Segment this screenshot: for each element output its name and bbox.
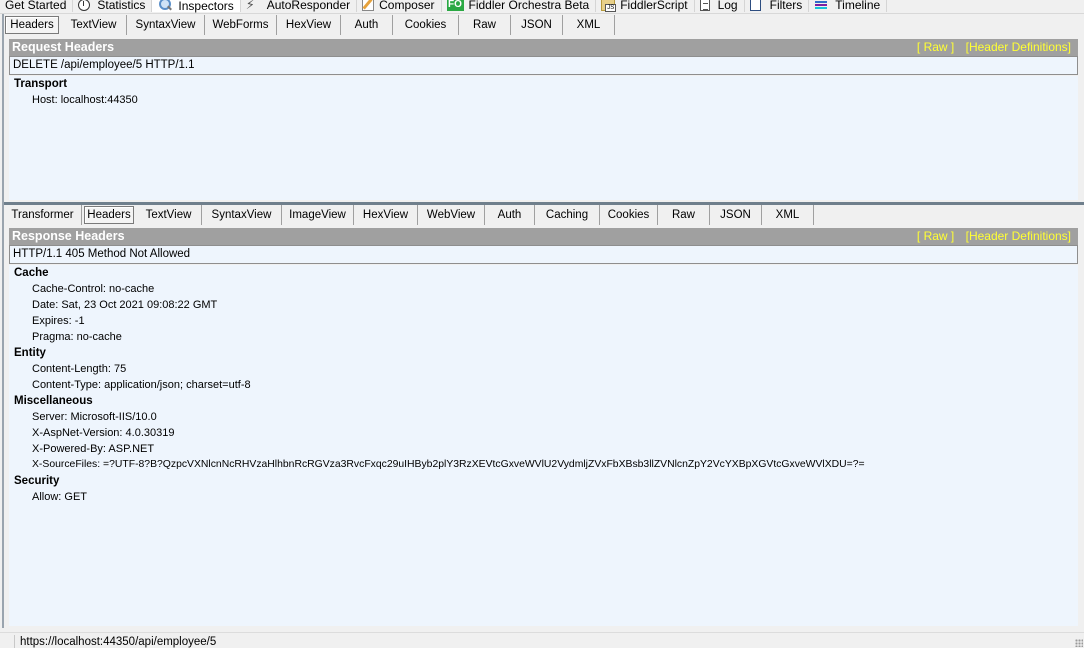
response-headers-title: Response Headers [12,229,125,243]
response-raw-link[interactable]: [ Raw ] [917,229,954,243]
header-item[interactable]: Host: localhost:44350 [9,92,1078,108]
header-item[interactable]: Server: Microsoft-IIS/10.0 [9,409,1078,425]
header-item[interactable]: X-Powered-By: ASP.NET [9,441,1078,457]
panel-border [2,14,4,628]
tab-label: Inspectors [178,0,234,13]
timeline-icon [814,0,830,11]
tab-log[interactable]: Log [695,0,745,12]
response-tab-headers[interactable]: Headers [84,206,134,224]
tab-label: Statistics [97,0,146,12]
tab-label: AutoResponder [266,0,351,12]
request-tab-webforms[interactable]: WebForms [205,15,277,35]
request-tab-textview[interactable]: TextView [61,15,127,35]
tab-label: Filters [769,0,803,12]
request-tab-auth[interactable]: Auth [341,15,393,35]
tab-timeline[interactable]: Timeline [809,0,888,12]
resize-grip-icon[interactable] [1075,639,1083,647]
header-item[interactable]: Expires: -1 [9,313,1078,329]
response-header-definitions-link[interactable]: [Header Definitions] [966,229,1071,243]
log-icon [699,0,710,11]
response-tab-caching[interactable]: Caching [535,205,600,225]
tab-label: FiddlerScript [620,0,688,12]
tab-label: Timeline [835,0,881,12]
magnifier-icon [157,0,173,12]
request-raw-link[interactable]: [ Raw ] [917,40,954,54]
response-tab-webview[interactable]: WebView [418,205,485,225]
request-headers-title: Request Headers [12,40,115,54]
header-group-transport[interactable]: Transport [9,76,1078,92]
js-script-icon [601,0,617,12]
tab-autoresponder[interactable]: ⚡ AutoResponder [241,0,358,12]
lightning-icon: ⚡ [245,0,255,12]
header-item[interactable]: Content-Length: 75 [9,361,1078,377]
response-tab-cookies[interactable]: Cookies [600,205,658,225]
request-tab-json[interactable]: JSON [511,15,563,35]
tab-get-started[interactable]: Get Started [0,0,74,12]
response-tab-auth[interactable]: Auth [485,205,535,225]
request-tab-xml[interactable]: XML [563,15,615,35]
header-item[interactable]: X-AspNet-Version: 4.0.30319 [9,425,1078,441]
request-headers-tree: Transport Host: localhost:44350 [9,76,1078,200]
main-tab-strip: Get Started Statistics Inspectors ⚡ AutoR… [0,0,1084,14]
response-tab-xml[interactable]: XML [762,205,814,225]
response-headers-tree: Cache Cache-Control: no-cache Date: Sat,… [9,265,1078,626]
tab-statistics[interactable]: Statistics [73,0,153,12]
header-group-security[interactable]: Security [9,473,1078,489]
filter-icon [749,0,761,11]
header-item[interactable]: Content-Type: application/json; charset=… [9,377,1078,393]
status-bar: https://localhost:44350/api/employee/5 [0,632,1084,648]
request-line[interactable]: DELETE /api/employee/5 HTTP/1.1 [9,56,1078,75]
header-item[interactable]: Cache-Control: no-cache [9,281,1078,297]
tab-fiddlerscript[interactable]: FiddlerScript [596,0,695,12]
request-header-definitions-link[interactable]: [Header Definitions] [966,40,1071,54]
pencil-icon [362,0,375,11]
request-tab-cookies[interactable]: Cookies [393,15,459,35]
request-tab-headers[interactable]: Headers [5,16,59,34]
header-group-cache[interactable]: Cache [9,265,1078,281]
header-item[interactable]: Allow: GET [9,489,1078,505]
tab-label: Composer [379,0,435,12]
fiddler-window: Get Started Statistics Inspectors ⚡ AutoR… [0,0,1084,648]
response-inspector-tabs: Transformer Headers TextView SyntaxView … [4,204,814,226]
response-tab-hexview[interactable]: HexView [354,205,418,225]
response-headers-title-bar: Response Headers [ Raw ] [Header Definit… [9,228,1078,245]
response-tab-raw[interactable]: Raw [658,205,710,225]
header-item[interactable]: Date: Sat, 23 Oct 2021 09:08:22 GMT [9,297,1078,313]
request-inspector-tabs: Headers TextView SyntaxView WebForms Hex… [4,14,615,36]
response-tab-textview[interactable]: TextView [136,205,202,225]
tab-fiddler-orchestra[interactable]: FO Fiddler Orchestra Beta [442,0,597,12]
tab-filters[interactable]: Filters [745,0,810,12]
header-group-miscellaneous[interactable]: Miscellaneous [9,393,1078,409]
tab-label: Log [717,0,738,12]
tab-inspectors[interactable]: Inspectors [152,0,241,13]
response-tab-json[interactable]: JSON [710,205,762,225]
header-item[interactable]: Pragma: no-cache [9,329,1078,345]
fo-icon: FO [446,0,464,11]
request-tab-syntaxview[interactable]: SyntaxView [127,15,205,35]
request-tab-raw[interactable]: Raw [459,15,511,35]
header-group-entity[interactable]: Entity [9,345,1078,361]
response-status-line[interactable]: HTTP/1.1 405 Method Not Allowed [9,245,1078,264]
request-headers-title-bar: Request Headers [ Raw ] [Header Definiti… [9,39,1078,56]
stopwatch-icon [78,0,91,11]
status-separator [14,635,15,648]
response-tab-imageview[interactable]: ImageView [282,205,354,225]
request-tab-hexview[interactable]: HexView [277,15,341,35]
request-header-links: [ Raw ] [Header Definitions] [909,39,1071,56]
response-tab-syntaxview[interactable]: SyntaxView [202,205,282,225]
tab-label: Fiddler Orchestra Beta [468,0,590,12]
response-tab-transformer[interactable]: Transformer [4,205,82,225]
tab-composer[interactable]: Composer [357,0,442,12]
status-url: https://localhost:44350/api/employee/5 [20,636,217,648]
response-header-links: [ Raw ] [Header Definitions] [909,228,1071,245]
tab-label: Get Started [5,0,67,12]
header-item[interactable]: X-SourceFiles: =?UTF-8?B?QzpcVXNlcnNcRHV… [9,457,1078,473]
